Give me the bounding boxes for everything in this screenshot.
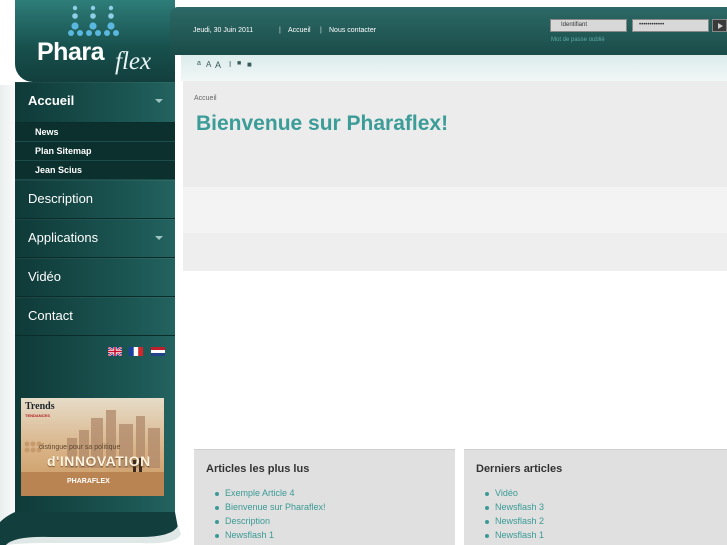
subnav-item-jean-scius[interactable]: Jean Scius xyxy=(15,161,175,180)
main-nav: Accueil News Plan Sitemap Jean Scius Des… xyxy=(15,82,175,522)
header-link-home[interactable]: Accueil xyxy=(288,27,311,34)
innovation-award-banner[interactable]: Trends TENDANCES distingue pour sa polit… xyxy=(21,398,164,496)
logo-dots-icon xyxy=(68,5,119,36)
logo[interactable]: Phara flex xyxy=(15,0,175,82)
list-item[interactable]: Newsflash 1 xyxy=(484,530,544,544)
font-medium-button[interactable]: A xyxy=(206,60,211,69)
logo-text-flex: flex xyxy=(115,48,152,75)
fr-flag-icon[interactable] xyxy=(129,347,144,356)
sidebar: Phara flex Accueil News Plan Sitemap Jea… xyxy=(0,0,183,545)
nav-item-accueil[interactable]: Accueil xyxy=(15,82,175,123)
content-band xyxy=(183,233,727,271)
breadcrumb[interactable]: Accueil xyxy=(194,95,217,102)
accessibility-toolbar: a A A I ■ ■ xyxy=(181,55,727,81)
subnav-item-sitemap[interactable]: Plan Sitemap xyxy=(15,142,175,161)
promo-magazine: Trends xyxy=(25,401,55,412)
nav-item-label: Applications xyxy=(28,230,99,245)
promo-magazine-sub: TENDANCES xyxy=(25,413,50,418)
width-medium-button[interactable]: ■ xyxy=(237,60,241,67)
language-switcher xyxy=(108,347,168,357)
submenu-accueil: News Plan Sitemap Jean Scius xyxy=(15,123,175,180)
latest-articles-box: Derniers articles Vidéo Newsflash 3 News… xyxy=(464,449,727,545)
sidebar-edge xyxy=(0,85,15,525)
top-header: Jeudi, 30 Juin 2011 | Accueil | Nous con… xyxy=(170,7,727,55)
list-item[interactable]: Vidéo xyxy=(484,488,544,502)
list-item[interactable]: Newsflash 3 xyxy=(484,502,544,516)
login-submit-button[interactable] xyxy=(712,19,727,32)
list-item[interactable]: Newsflash 2 xyxy=(484,516,544,530)
nav-item-label: Vidéo xyxy=(28,269,62,284)
promo-headline: d'INNOVATION xyxy=(47,453,151,469)
page-title: Bienvenue sur Pharaflex! xyxy=(196,112,449,135)
list-item[interactable]: Bienvenue sur Pharaflex! xyxy=(215,502,326,516)
width-narrow-button[interactable]: I xyxy=(229,60,231,69)
subnav-item-label: News xyxy=(35,127,59,137)
list-item[interactable]: Newsflash 1 xyxy=(215,530,326,544)
subnav-item-label: Plan Sitemap xyxy=(35,146,92,156)
forgot-password-link[interactable]: Mot de passe oublié xyxy=(551,37,605,43)
nav-item-applications[interactable]: Applications xyxy=(15,219,175,258)
username-field[interactable]: Identifiant xyxy=(550,19,627,32)
latest-articles-list: Vidéo Newsflash 3 Newsflash 2 Newsflash … xyxy=(484,488,544,544)
header-separator: | xyxy=(279,27,281,34)
list-item[interactable]: Exemple Article 4 xyxy=(215,488,326,502)
promo-brand: PHARAFLEX xyxy=(67,478,110,485)
box-title: Derniers articles xyxy=(476,463,563,475)
header-separator: | xyxy=(320,27,322,34)
content-band xyxy=(183,187,727,233)
popular-articles-box: Articles les plus lus Exemple Article 4 … xyxy=(194,449,455,545)
font-small-button[interactable]: a xyxy=(197,60,201,67)
list-item[interactable]: Description xyxy=(215,516,326,530)
nl-flag-icon[interactable] xyxy=(150,347,165,356)
subnav-item-label: Jean Scius xyxy=(35,165,83,175)
main-content: Accueil Bienvenue sur Pharaflex! Article… xyxy=(183,81,727,545)
nav-item-label: Accueil xyxy=(28,93,75,108)
password-field[interactable]: •••••••••••• xyxy=(632,19,709,32)
nav-item-contact[interactable]: Contact xyxy=(15,297,175,336)
chevron-down-icon[interactable] xyxy=(155,236,163,240)
header-link-contact[interactable]: Nous contacter xyxy=(329,27,376,34)
logo-text-phara: Phara xyxy=(37,38,104,66)
promo-tagline: distingue pour sa politique xyxy=(39,444,121,451)
nav-item-video[interactable]: Vidéo xyxy=(15,258,175,297)
popular-articles-list: Exemple Article 4 Bienvenue sur Pharafle… xyxy=(215,488,326,544)
nav-item-label: Description xyxy=(28,191,94,206)
width-wide-button[interactable]: ■ xyxy=(247,60,252,69)
box-title: Articles les plus lus xyxy=(206,463,310,475)
sidebar-curl xyxy=(0,512,181,545)
uk-flag-icon[interactable] xyxy=(108,347,122,356)
current-date: Jeudi, 30 Juin 2011 xyxy=(193,27,254,34)
nav-item-label: Contact xyxy=(28,308,73,323)
nav-item-description[interactable]: Description xyxy=(15,180,175,219)
chevron-down-icon[interactable] xyxy=(155,99,163,103)
subnav-item-news[interactable]: News xyxy=(15,123,175,142)
font-large-button[interactable]: A xyxy=(215,60,221,70)
